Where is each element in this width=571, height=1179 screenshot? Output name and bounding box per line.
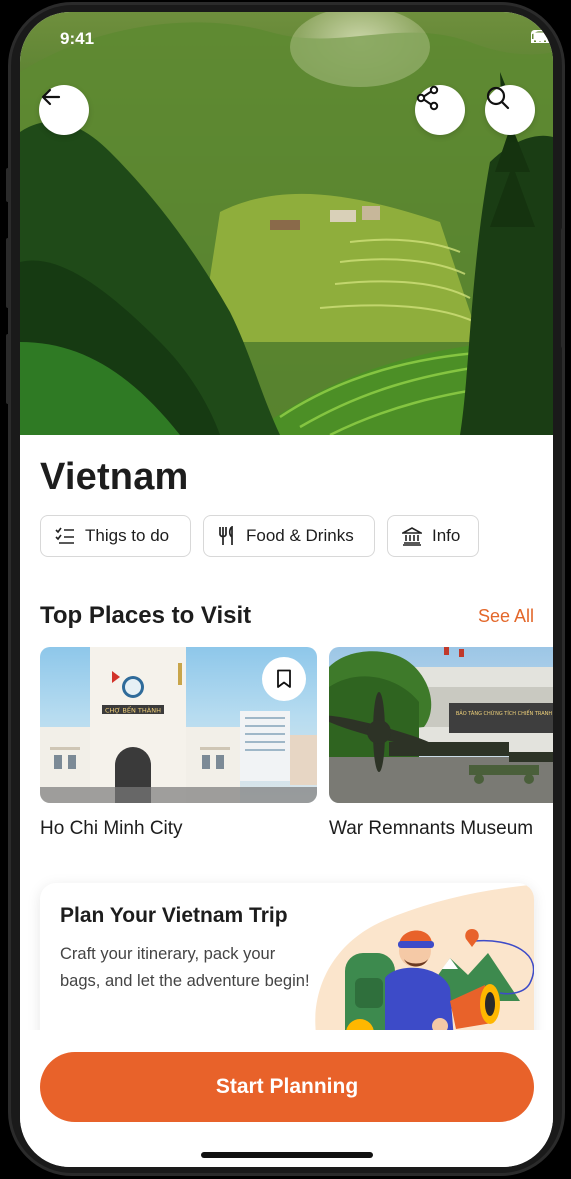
traveler-illustration (315, 884, 534, 1053)
war-remnants-museum-image: BẢO TÀNG CHỨNG TÍCH CHIẾN TRANH (329, 647, 553, 803)
hero-image: 9:41 (20, 12, 553, 435)
volume-up-button (6, 238, 10, 308)
plan-trip-card[interactable]: Plan Your Vietnam Trip Craft your itiner… (40, 883, 534, 1053)
share-button[interactable] (415, 85, 465, 135)
see-all-link[interactable]: See All (478, 606, 534, 627)
home-indicator (201, 1152, 373, 1158)
bookmark-icon (277, 669, 291, 688)
mute-switch (6, 168, 10, 202)
museum-icon (402, 527, 422, 546)
chip-food-drinks[interactable]: Food & Drinks (203, 515, 375, 557)
back-button[interactable] (39, 85, 89, 135)
plan-card-title: Plan Your Vietnam Trip (60, 904, 288, 927)
share-icon (416, 85, 439, 111)
plan-card-description: Craft your itinerary, pack your bags, an… (60, 945, 310, 990)
volume-down-button (6, 334, 10, 404)
place-name: Ho Chi Minh City (40, 818, 183, 839)
chip-label: Info (432, 526, 461, 545)
search-icon (486, 86, 510, 110)
market-sign-text: CHỢ BẾN THÀNH (105, 705, 161, 715)
status-time: 9:41 (60, 29, 95, 48)
bookmark-button[interactable] (262, 657, 306, 701)
fork-knife-icon (219, 526, 233, 545)
battery-icon (531, 30, 553, 43)
app-screen: 9:41 Vietnam Thigs to do Food & Drinks I… (20, 12, 553, 1167)
search-button[interactable] (485, 85, 535, 135)
museum-sign-text: BẢO TÀNG CHỨNG TÍCH CHIẾN TRANH (456, 709, 552, 717)
power-button (561, 228, 565, 348)
chip-info[interactable]: Info (387, 515, 479, 557)
chip-label: Food & Drinks (246, 526, 354, 545)
start-planning-button[interactable]: Start Planning (40, 1052, 534, 1122)
place-card-ho-chi-minh[interactable]: CHỢ BẾN THÀNH (40, 647, 317, 803)
place-card-war-remnants[interactable]: BẢO TÀNG CHỨNG TÍCH CHIẾN TRANH (329, 647, 553, 803)
page-title: Vietnam (40, 456, 189, 498)
place-name: War Remnants Museum (329, 818, 534, 839)
arrow-left-icon (41, 88, 61, 106)
chip-label: Thigs to do (85, 526, 170, 545)
chip-things-to-do[interactable]: Thigs to do (40, 515, 191, 557)
checklist-icon (55, 527, 74, 544)
section-title: Top Places to Visit (40, 602, 252, 629)
